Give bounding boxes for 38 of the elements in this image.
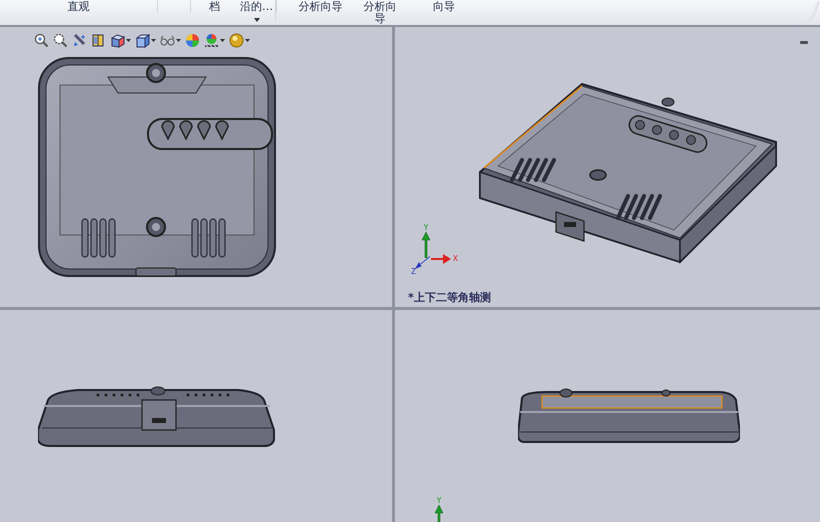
- caret-icon: [176, 39, 181, 42]
- wand-tool[interactable]: [71, 32, 88, 49]
- z-axis-arrow: [415, 255, 431, 269]
- axis-label: X: [453, 254, 458, 263]
- zoom-fit-tool[interactable]: [33, 32, 50, 49]
- sphere-tool[interactable]: [228, 32, 251, 49]
- minimize-button[interactable]: [800, 41, 808, 44]
- zoom-area-tool[interactable]: [52, 32, 69, 49]
- axis-label: Y: [436, 496, 442, 505]
- caret-icon: [126, 39, 131, 42]
- sphere-icon: [229, 33, 244, 48]
- glasses-icon: [160, 33, 175, 48]
- cube-tool[interactable]: [134, 32, 157, 49]
- wand-icon: [72, 33, 87, 48]
- color-ball-tool[interactable]: [184, 32, 201, 49]
- view-label: *上下二等角轴测: [408, 290, 491, 305]
- zoom-area-icon: [53, 33, 68, 48]
- scene-ball-icon: [204, 33, 219, 48]
- cube-icon: [110, 33, 125, 48]
- cube-tool[interactable]: [109, 32, 132, 49]
- axis-label: Y: [424, 223, 428, 232]
- cube-icon: [135, 33, 150, 48]
- caret-icon: [245, 39, 250, 42]
- ribbon-button[interactable]: 分析向导: [276, 0, 364, 13]
- ribbon-button[interactable]: 沿的…: [238, 0, 276, 22]
- ribbon-button[interactable]: 向导: [408, 0, 480, 13]
- ribbon-button[interactable]: 直观: [0, 0, 158, 13]
- y-axis-arrow: [421, 232, 431, 258]
- scene-ball-tool[interactable]: [203, 32, 226, 49]
- color-ball-icon: [185, 33, 200, 48]
- section-view-icon: [91, 33, 106, 48]
- caret-icon: [151, 39, 156, 42]
- caret-icon: [220, 39, 225, 42]
- ribbon-button[interactable]: 档: [190, 0, 238, 13]
- axis-label: Z: [411, 267, 416, 276]
- zoom-fit-icon: [34, 33, 49, 48]
- caret-icon: [254, 18, 260, 22]
- x-axis-arrow: [431, 253, 453, 265]
